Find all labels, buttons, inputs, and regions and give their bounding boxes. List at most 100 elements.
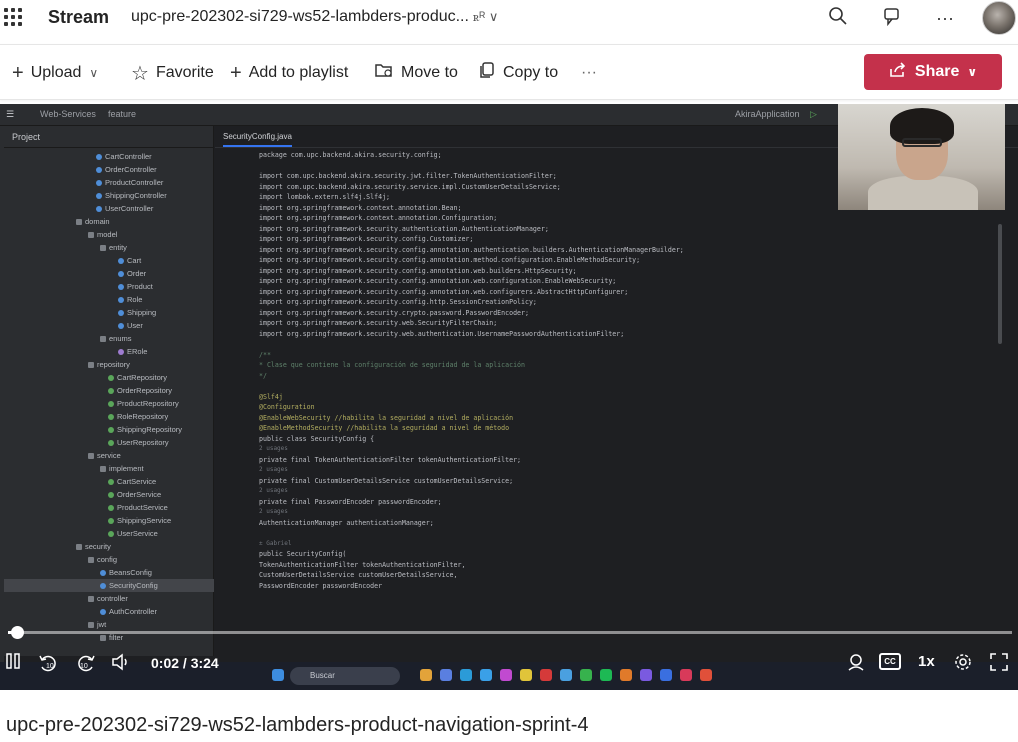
tree-item[interactable]: ShippingController <box>4 189 214 202</box>
class-icon <box>96 193 102 199</box>
tree-item[interactable]: OrderRepository <box>4 384 214 397</box>
code-line: @Slf4j <box>259 392 283 401</box>
tree-item[interactable]: OrderService <box>4 488 214 501</box>
folder-icon <box>88 453 94 459</box>
tree-item[interactable]: controller <box>4 592 214 605</box>
transcript-icon[interactable] <box>845 652 867 674</box>
tree-item[interactable]: Role <box>4 293 214 306</box>
tree-item-label: AuthController <box>109 607 157 616</box>
code-line: TokenAuthenticationFilter tokenAuthentic… <box>259 560 466 569</box>
tree-item-label: model <box>97 230 118 239</box>
tree-item-label: security <box>85 542 111 551</box>
code-lines: package com.upc.backend.akira.security.c… <box>259 150 999 591</box>
skip-forward-button[interactable]: 10 <box>74 652 98 674</box>
tree-item[interactable]: ERole <box>4 345 214 358</box>
tree-item[interactable]: UserRepository <box>4 436 214 449</box>
code-line: import org.springframework.security.conf… <box>259 235 474 243</box>
tree-item[interactable]: ShippingRepository <box>4 423 214 436</box>
tree-item[interactable]: ProductService <box>4 501 214 514</box>
tree-item-label: ShippingController <box>105 191 167 200</box>
shared-dropdown-icon[interactable]: ꭱᴿ ∨ <box>473 9 498 24</box>
tree-item[interactable]: CartService <box>4 475 214 488</box>
add-to-playlist-button[interactable]: + Add to playlist <box>230 61 348 85</box>
tree-item[interactable]: RoleRepository <box>4 410 214 423</box>
tree-item[interactable]: UserService <box>4 527 214 540</box>
tree-item[interactable]: Product <box>4 280 214 293</box>
class-icon <box>108 388 114 394</box>
more-commands-button[interactable]: ··· <box>581 61 597 85</box>
code-line: AuthenticationManager authenticationMana… <box>259 518 434 527</box>
move-to-button[interactable]: Move to <box>374 61 458 85</box>
tree-item[interactable]: model <box>4 228 214 241</box>
tree-item[interactable]: implement <box>4 462 214 475</box>
add-to-playlist-label: Add to playlist <box>248 64 349 81</box>
app-launcher-icon[interactable] <box>4 8 22 26</box>
tree-item[interactable]: User <box>4 319 214 332</box>
pause-button[interactable] <box>2 652 24 674</box>
tree-item[interactable]: BeansConfig <box>4 566 214 579</box>
tree-item[interactable]: repository <box>4 358 214 371</box>
playback-speed-button[interactable]: 1x <box>918 653 935 670</box>
skip-back-button[interactable]: 10 <box>36 652 60 674</box>
code-line: import org.springframework.context.annot… <box>259 214 498 222</box>
tree-item[interactable]: ProductController <box>4 176 214 189</box>
settings-gear-icon[interactable] <box>952 652 974 674</box>
tree-item[interactable]: SecurityConfig <box>4 579 214 592</box>
folder-icon <box>76 219 82 225</box>
class-icon <box>118 323 124 329</box>
tree-item-label: UserController <box>105 204 154 213</box>
tree-item[interactable]: entity <box>4 241 214 254</box>
class-icon <box>108 375 114 381</box>
code-line: * Clase que contiene la configuración de… <box>259 361 525 369</box>
share-button[interactable]: Share ∨ <box>864 54 1002 90</box>
tree-item[interactable]: CartRepository <box>4 371 214 384</box>
project-tree: CartController OrderController ProductCont… <box>4 150 214 644</box>
presenter-glasses <box>902 138 942 147</box>
plus-icon: + <box>230 61 242 84</box>
tree-item[interactable]: ProductRepository <box>4 397 214 410</box>
copy-to-button[interactable]: Copy to <box>478 61 558 85</box>
video-title-text: upc-pre-202302-si729-ws52-lambders-produ… <box>131 8 469 25</box>
tree-item[interactable]: domain <box>4 215 214 228</box>
code-line: CustomUserDetailsService customUserDetai… <box>259 571 458 579</box>
tree-item[interactable]: service <box>4 449 214 462</box>
tree-item-label: jwt <box>97 620 107 629</box>
folder-move-icon <box>374 61 394 85</box>
tree-item[interactable]: Cart <box>4 254 214 267</box>
taskbar-app-icon <box>420 669 432 681</box>
tree-item[interactable]: OrderController <box>4 163 214 176</box>
tree-item-label: ProductRepository <box>117 399 179 408</box>
tree-item[interactable]: enums <box>4 332 214 345</box>
captions-button[interactable]: CC <box>879 653 901 670</box>
tree-item[interactable]: config <box>4 553 214 566</box>
volume-icon[interactable] <box>110 652 132 674</box>
tree-item[interactable]: jwt <box>4 618 214 631</box>
video-player[interactable]: ☰ Web-Services feature AkiraApplication … <box>0 104 1018 690</box>
tree-item[interactable]: AuthController <box>4 605 214 618</box>
feedback-icon[interactable] <box>880 6 904 30</box>
avatar[interactable] <box>982 1 1016 35</box>
code-line: private final TokenAuthenticationFilter … <box>259 455 522 464</box>
code-line: @EnableMethodSecurity //habilita la segu… <box>259 424 510 432</box>
code-line: import org.springframework.security.conf… <box>259 266 577 275</box>
folder-icon <box>88 622 94 628</box>
upload-button[interactable]: + Upload ∨ <box>12 61 98 85</box>
tree-item[interactable]: UserController <box>4 202 214 215</box>
tree-item[interactable]: Shipping <box>4 306 214 319</box>
tree-item[interactable]: CartController <box>4 150 214 163</box>
code-line: @Configuration <box>259 403 315 411</box>
app-name[interactable]: Stream <box>48 7 109 28</box>
taskbar-app-icon <box>460 669 472 681</box>
seek-bar-handle[interactable] <box>11 626 24 639</box>
more-options-icon[interactable]: ··· <box>933 6 957 30</box>
fullscreen-icon[interactable] <box>988 652 1010 674</box>
seek-bar-track[interactable] <box>8 631 1012 634</box>
tree-item[interactable]: security <box>4 540 214 553</box>
code-line: ± Gabriel <box>259 539 292 547</box>
search-icon[interactable] <box>826 6 850 30</box>
taskbar-app-icon <box>540 669 552 681</box>
class-icon <box>100 570 106 576</box>
tree-item[interactable]: Order <box>4 267 214 280</box>
tree-item[interactable]: ShippingService <box>4 514 214 527</box>
favorite-button[interactable]: ☆ Favorite <box>131 61 214 85</box>
